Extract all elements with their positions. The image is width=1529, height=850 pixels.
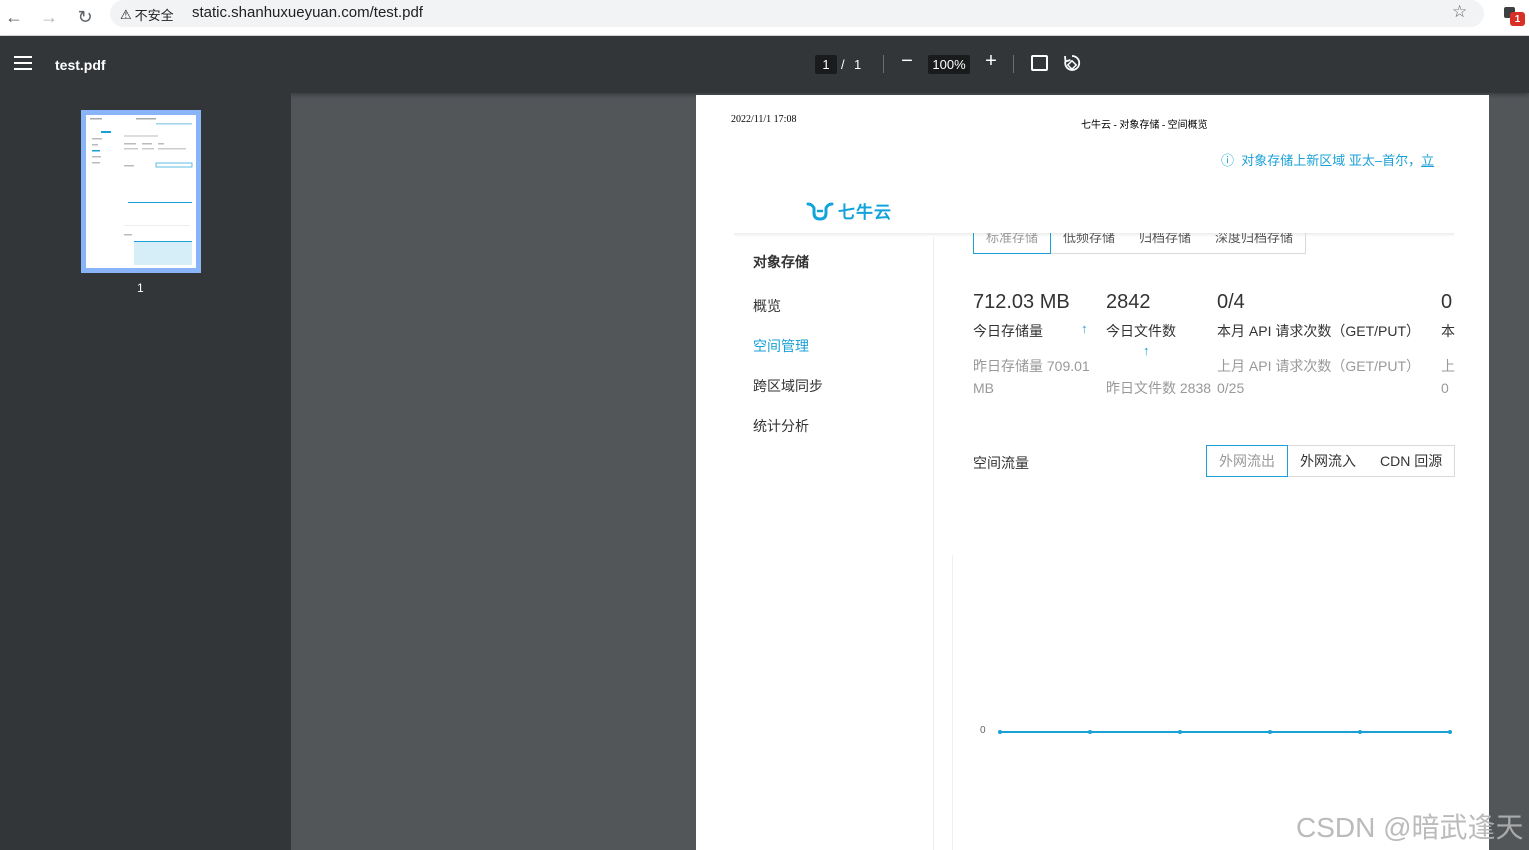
chart-divider xyxy=(952,555,953,850)
page-number-input[interactable]: 1 xyxy=(815,55,837,74)
stat-api-value: 0/4 xyxy=(1217,291,1245,313)
notice-link[interactable]: 立 xyxy=(1421,153,1434,168)
tab-outbound[interactable]: 外网流出 xyxy=(1206,445,1288,477)
reload-icon[interactable]: ↻ xyxy=(72,4,98,30)
tab-inbound[interactable]: 外网流入 xyxy=(1288,446,1368,476)
stat-api-sub-line2: 0/25 xyxy=(1217,380,1245,396)
security-warning-text: 不安全 xyxy=(134,8,174,23)
storage-type-tabs: 标准存储 低频存储 归档存储 深度归档存储 xyxy=(973,233,1307,254)
notice-banner: ⓘ 对象存储上新区域 亚太–首尔，立 xyxy=(1221,150,1434,169)
extension-badge: 1 xyxy=(1510,12,1525,26)
stat-storage-label: 今日存储量 xyxy=(973,323,1043,339)
thumbnail-label: 1 xyxy=(137,281,144,295)
stat-api-sub: 上月 API 请求次数（GET/PUT） 0/25 xyxy=(1217,355,1420,399)
stat-api-sub-line1: 上月 API 请求次数（GET/PUT） xyxy=(1217,358,1421,374)
file-name: test.pdf xyxy=(55,57,106,73)
info-icon: ⓘ xyxy=(1221,153,1235,168)
data-point xyxy=(1358,730,1362,734)
stat-files-value: 2842 xyxy=(1106,291,1151,313)
pdf-page: 2022/11/1 17:08 七牛云 - 对象存储 - 空间概览 ⓘ 对象存储… xyxy=(696,95,1489,850)
bookmark-star-icon[interactable]: ☆ xyxy=(1452,2,1467,22)
watermark: CSDN @暗武逢天 xyxy=(1296,812,1524,843)
back-icon[interactable]: ← xyxy=(1,4,27,30)
toolbar-divider xyxy=(883,55,884,73)
stat-files-sub: 昨日文件数 2838 xyxy=(1106,380,1212,396)
stat-storage-sub-line2: MB xyxy=(973,380,994,396)
tab-cdn-origin[interactable]: CDN 回源 xyxy=(1368,446,1454,476)
arrow-up-icon: ↑ xyxy=(1143,343,1150,358)
stat-files-label: 今日文件数 xyxy=(1106,323,1176,339)
nav-item-statistics[interactable]: 统计分析 xyxy=(753,416,809,436)
tab-standard[interactable]: 标准存储 xyxy=(973,233,1052,254)
traffic-title: 空间流量 xyxy=(973,455,1029,471)
forward-icon[interactable]: → xyxy=(36,4,62,30)
data-point xyxy=(1448,730,1452,734)
page-separator: / xyxy=(841,57,845,72)
page-total: 1 xyxy=(854,57,862,72)
nav-item-bucket-management[interactable]: 空间管理 xyxy=(753,336,809,356)
data-point xyxy=(1088,730,1092,734)
stat-storage-sub: 昨日存储量 709.01 MB xyxy=(973,355,1090,399)
zoom-in-icon[interactable]: + xyxy=(981,50,1001,73)
data-point xyxy=(998,730,1002,734)
security-indicator[interactable]: ⚠ 不安全 xyxy=(120,5,174,24)
print-date: 2022/11/1 17:08 xyxy=(731,114,797,125)
stat-extra-sub: 上 0 xyxy=(1441,355,1455,399)
print-title: 七牛云 - 对象存储 - 空间概览 xyxy=(1081,120,1208,131)
tab-deep-archive[interactable]: 深度归档存储 xyxy=(1203,233,1305,253)
warning-icon: ⚠ xyxy=(120,6,132,22)
stat-extra-sub-line1: 上 xyxy=(1441,358,1455,374)
stat-storage-value: 712.03 MB xyxy=(973,291,1070,313)
toolbar-divider xyxy=(1013,55,1014,73)
pdf-toolbar xyxy=(0,36,1529,93)
traffic-tabs: 外网流出 外网流入 CDN 回源 xyxy=(1206,445,1456,477)
y-tick-label: 0 xyxy=(980,725,986,736)
qiniu-logo-icon xyxy=(806,202,834,221)
notice-text: 对象存储上新区域 亚太–首尔， xyxy=(1241,153,1422,168)
nav-item-cross-region-sync[interactable]: 跨区域同步 xyxy=(753,376,823,396)
menu-icon[interactable] xyxy=(14,56,32,70)
zoom-out-icon[interactable]: − xyxy=(897,50,917,73)
fit-page-icon[interactable] xyxy=(1031,55,1048,71)
data-point xyxy=(1268,730,1272,734)
stat-extra-sub-line2: 0 xyxy=(1441,380,1449,396)
nav-item-overview[interactable]: 概览 xyxy=(753,296,781,316)
rotate-icon[interactable] xyxy=(1062,53,1082,73)
arrow-up-icon: ↑ xyxy=(1081,321,1088,336)
qiniu-logo[interactable]: 七牛云 xyxy=(806,198,892,223)
url-text[interactable]: static.shanhuxueyuan.com/test.pdf xyxy=(192,4,423,21)
nav-title: 对象存储 xyxy=(753,254,809,270)
stat-extra-value: 0 xyxy=(1441,291,1453,313)
data-point xyxy=(1178,730,1182,734)
zoom-input[interactable]: 100% xyxy=(928,55,970,74)
tab-archive[interactable]: 归档存储 xyxy=(1127,233,1203,253)
stat-extra-label: 本 xyxy=(1441,323,1455,339)
stat-api-label: 本月 API 请求次数（GET/PUT） xyxy=(1217,323,1421,339)
sidebar-divider xyxy=(933,237,934,850)
stat-storage-sub-line1: 昨日存储量 709.01 xyxy=(973,358,1090,374)
page-thumbnail[interactable] xyxy=(86,115,196,268)
traffic-chart: 0 xyxy=(980,725,1452,736)
logo-text: 七牛云 xyxy=(838,203,892,222)
tab-infrequent[interactable]: 低频存储 xyxy=(1051,233,1127,253)
